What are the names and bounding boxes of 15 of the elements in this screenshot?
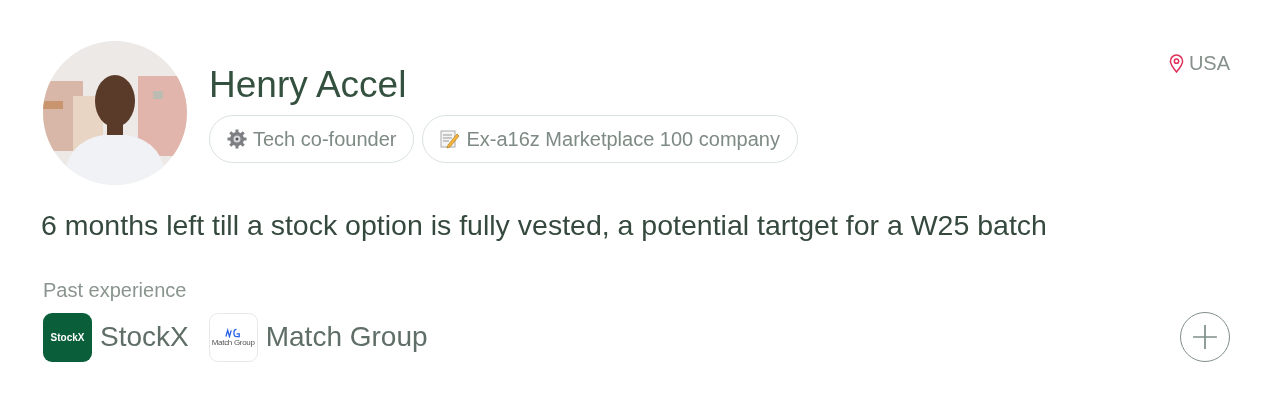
add-button[interactable] xyxy=(1180,312,1230,362)
location-label: USA xyxy=(1188,52,1230,75)
section-label: Past experience xyxy=(43,279,188,302)
logo-text: Match Group xyxy=(211,338,255,347)
plus-icon xyxy=(1192,324,1218,350)
company-logo: StockX xyxy=(43,312,92,362)
summary-text: 6 months left till a stock option is fully vested, a potential tartget for a W25 batch xyxy=(41,209,1048,242)
location-pin-icon xyxy=(1168,54,1184,73)
company-name: StockX xyxy=(100,321,189,353)
tag-label: Tech co-founder xyxy=(253,127,397,151)
tag-label: Ex-a16z Marketplace 100 company xyxy=(466,127,780,151)
notepad-pencil-icon xyxy=(440,129,461,149)
person-name: Henry Accel xyxy=(209,63,408,107)
company-name: Match Group xyxy=(265,321,428,353)
gear-icon xyxy=(227,129,247,149)
